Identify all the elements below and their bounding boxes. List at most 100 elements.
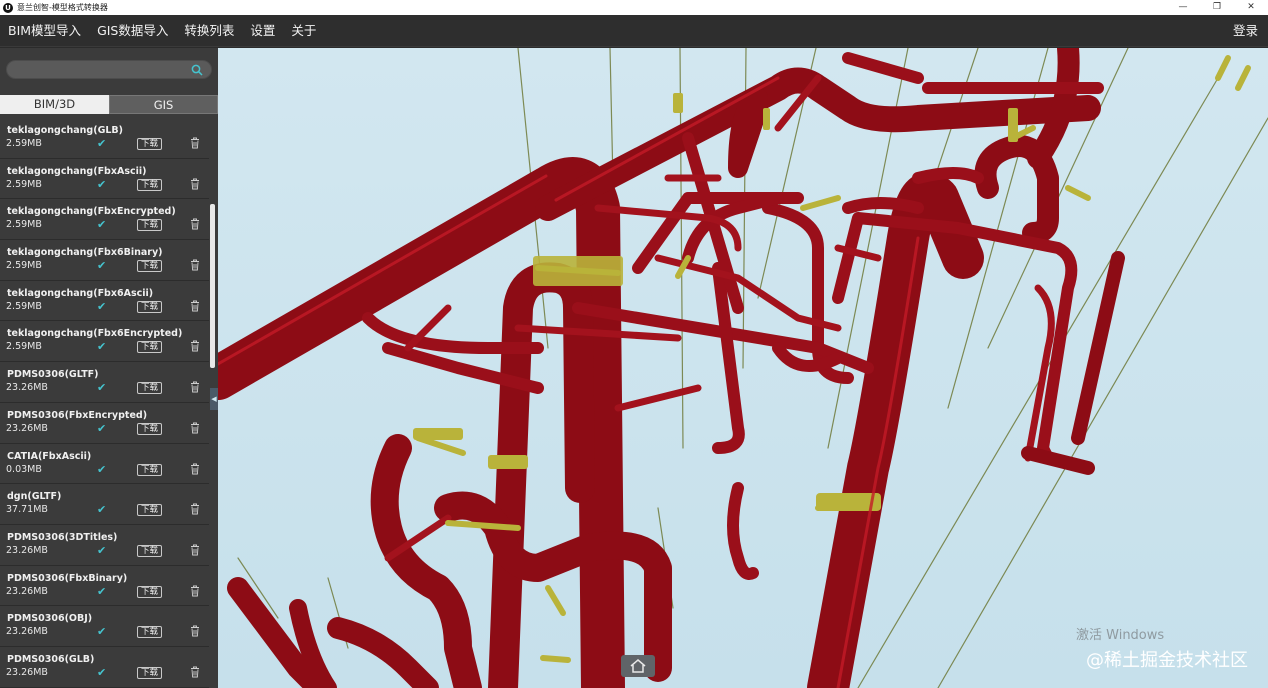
model-size: 23.26MB <box>6 422 48 434</box>
download-button[interactable]: 下载 <box>137 138 163 150</box>
model-size: 23.26MB <box>6 626 48 638</box>
model-name: teklagongchang(GLB) <box>7 125 124 136</box>
download-button[interactable]: 下载 <box>137 260 163 273</box>
download-button[interactable]: 下载 <box>137 300 163 313</box>
restore-button[interactable]: ❐ <box>1200 0 1234 15</box>
login-button[interactable]: 登录 <box>1233 15 1258 47</box>
tab-gis[interactable]: GIS <box>109 95 218 114</box>
search-input[interactable] <box>6 60 212 79</box>
list-item[interactable]: teklagongchang(Fbx6Encrypted) 2.59MB ✔ 下载 <box>0 321 209 363</box>
delete-icon[interactable] <box>190 625 200 637</box>
list-item[interactable]: teklagongchang(GLB) 2.59MB ✔ 下载 <box>0 118 209 159</box>
list-item[interactable]: PDMS0306(GLTF) 23.26MB ✔ 下载 <box>0 362 209 403</box>
list-item[interactable]: teklagongchang(Fbx6Binary) 2.59MB ✔ 下载 <box>0 240 209 281</box>
menu-settings[interactable]: 设置 <box>242 15 283 47</box>
delete-icon[interactable] <box>190 666 200 678</box>
model-name: dgn(GLTF) <box>7 491 62 503</box>
model-size: 37.71MB <box>6 504 48 516</box>
list-item[interactable]: PDMS0306(3DTitles) 23.26MB ✔ 下载 <box>0 525 209 566</box>
list-item[interactable]: PDMS0306(FbxBinary) 23.26MB ✔ 下载 <box>0 566 209 607</box>
delete-icon[interactable] <box>190 503 200 515</box>
collapse-sidebar-button[interactable]: ◀ <box>210 388 218 410</box>
download-button[interactable]: 下载 <box>137 585 163 598</box>
search-icon[interactable] <box>191 64 203 76</box>
model-name: PDMS0306(FbxBinary) <box>7 572 128 584</box>
menu-bar: BIM模型导入 GIS数据导入 转换列表 设置 关于 登录 <box>0 15 1268 47</box>
menu-convert-list[interactable]: 转换列表 <box>176 15 242 47</box>
model-viewport[interactable]: 激活 Windows @稀土掘金技术社区 <box>218 48 1268 688</box>
download-button[interactable]: 下载 <box>137 219 163 232</box>
list-item[interactable]: CATIA(FbxAscii) 0.03MB ✔ 下载 <box>0 444 209 485</box>
check-icon: ✔ <box>97 259 107 273</box>
model-size: 23.26MB <box>6 382 48 394</box>
delete-icon[interactable] <box>190 381 200 393</box>
category-tabs: BIM/3D GIS <box>0 95 218 114</box>
home-view-button[interactable] <box>621 655 655 677</box>
model-name: teklagongchang(Fbx6Ascii) <box>7 287 154 299</box>
download-button[interactable]: 下载 <box>137 463 163 476</box>
check-icon: ✔ <box>97 137 107 150</box>
check-icon: ✔ <box>97 177 107 191</box>
download-button[interactable]: 下载 <box>137 422 163 435</box>
pipe-model-render <box>218 48 1268 688</box>
window-title: 意兰创智-模型格式转换器 <box>17 3 108 12</box>
check-icon: ✔ <box>97 584 107 598</box>
delete-icon[interactable] <box>190 178 200 190</box>
model-size: 23.26MB <box>6 585 48 597</box>
delete-icon[interactable] <box>190 463 200 475</box>
model-size: 23.26MB <box>6 544 48 556</box>
model-name: teklagongchang(Fbx6Encrypted) <box>7 328 183 340</box>
list-item[interactable]: teklagongchang(FbxAscii) 2.59MB ✔ 下载 <box>0 159 209 200</box>
delete-icon[interactable] <box>190 544 200 556</box>
check-icon: ✔ <box>97 625 107 639</box>
menu-bim-import[interactable]: BIM模型导入 <box>0 15 89 47</box>
download-button[interactable]: 下载 <box>137 626 163 639</box>
download-button[interactable]: 下载 <box>137 382 163 395</box>
model-sidebar: BIM/3D GIS teklagongchang(GLB) 2.59MB ✔ 下载 t… <box>0 48 218 688</box>
download-button[interactable]: 下载 <box>137 544 163 557</box>
tab-bim-3d[interactable]: BIM/3D <box>0 95 109 114</box>
list-item[interactable]: teklagongchang(FbxEncrypted) 2.59MB ✔ 下载 <box>0 199 209 241</box>
model-list: teklagongchang(GLB) 2.59MB ✔ 下载 teklagongcha… <box>0 118 209 688</box>
delete-icon[interactable] <box>190 137 200 149</box>
close-button[interactable]: ✕ <box>1234 0 1268 15</box>
check-icon: ✔ <box>97 218 107 232</box>
delete-icon[interactable] <box>190 300 200 312</box>
list-scrollbar[interactable] <box>210 204 215 368</box>
delete-icon[interactable] <box>190 585 200 597</box>
download-button[interactable]: 下载 <box>137 178 163 191</box>
home-icon <box>630 659 646 673</box>
menu-gis-import[interactable]: GIS数据导入 <box>89 15 176 47</box>
list-item[interactable]: PDMS0306(OBJ) 23.26MB ✔ 下载 <box>0 606 209 647</box>
list-item[interactable]: PDMS0306(FbxEncrypted) 23.26MB ✔ 下载 <box>0 403 209 444</box>
menu-about[interactable]: 关于 <box>283 15 324 47</box>
model-name: PDMS0306(OBJ) <box>7 613 93 625</box>
minimize-button[interactable]: — <box>1166 0 1200 15</box>
delete-icon[interactable] <box>190 218 200 230</box>
activation-watermark: 激活 Windows <box>1076 628 1165 643</box>
list-item[interactable]: teklagongchang(Fbx6Ascii) 2.59MB ✔ 下载 <box>0 281 209 322</box>
delete-icon[interactable] <box>190 259 200 271</box>
list-item[interactable]: PDMS0306(GLB) 23.26MB ✔ 下载 <box>0 647 209 688</box>
model-size: 2.59MB <box>6 219 42 231</box>
model-name: PDMS0306(GLB) <box>7 653 95 665</box>
model-size: 0.03MB <box>6 463 42 475</box>
model-name: PDMS0306(FbxEncrypted) <box>7 409 148 421</box>
model-name: teklagongchang(Fbx6Binary) <box>7 247 163 259</box>
list-item[interactable]: dgn(GLTF) 37.71MB ✔ 下载 <box>0 484 209 525</box>
download-button[interactable]: 下载 <box>137 666 163 679</box>
download-button[interactable]: 下载 <box>137 341 163 354</box>
model-name: CATIA(FbxAscii) <box>7 450 92 462</box>
window-controls: — ❐ ✕ <box>1166 0 1268 15</box>
source-watermark: @稀土掘金技术社区 <box>1086 650 1248 671</box>
download-button[interactable]: 下载 <box>137 504 163 517</box>
model-size: 2.59MB <box>6 341 42 353</box>
check-icon: ✔ <box>97 543 107 557</box>
model-size: 2.59MB <box>6 178 42 190</box>
check-icon: ✔ <box>97 503 107 517</box>
check-icon: ✔ <box>97 340 107 354</box>
delete-icon[interactable] <box>190 340 200 352</box>
model-size: 2.59MB <box>6 300 42 312</box>
check-icon: ✔ <box>97 462 107 476</box>
delete-icon[interactable] <box>190 422 200 434</box>
